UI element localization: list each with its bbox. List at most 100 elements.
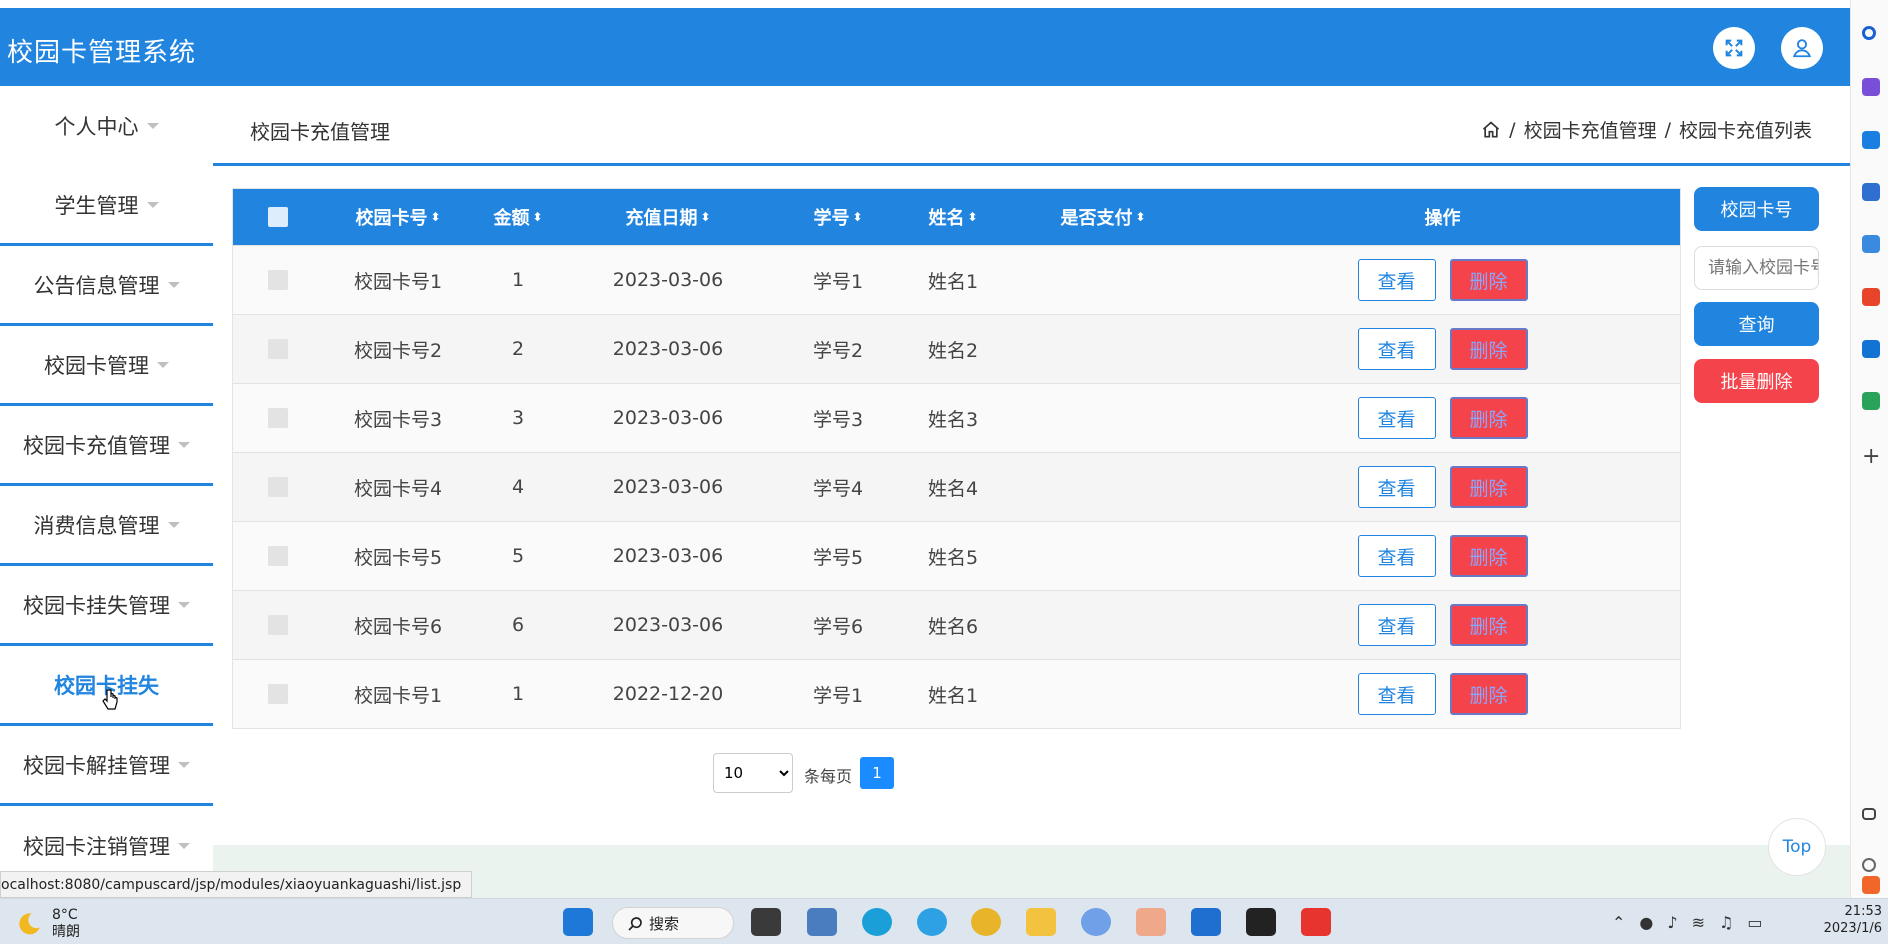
home-icon[interactable] bbox=[1481, 120, 1501, 140]
cell-student-no: 学号4 bbox=[812, 477, 864, 500]
card-number-field-button[interactable]: 校园卡号 bbox=[1694, 187, 1819, 231]
people-icon[interactable] bbox=[1862, 235, 1880, 253]
column-header-student-no[interactable]: 学号 ⬍ bbox=[773, 189, 903, 245]
volume-icon[interactable]: ♫ bbox=[1719, 913, 1733, 932]
sidebar-item-cards[interactable]: 校园卡管理 bbox=[0, 326, 213, 406]
sort-icon: ⬍ bbox=[852, 210, 863, 224]
chevron-up-icon[interactable]: ⌃ bbox=[1612, 913, 1625, 932]
tree-icon[interactable] bbox=[1862, 392, 1880, 410]
sort-icon: ⬍ bbox=[1135, 210, 1146, 224]
delete-button[interactable]: 删除 bbox=[1449, 673, 1528, 715]
batch-delete-button[interactable]: 批量删除 bbox=[1694, 359, 1819, 403]
sidebar-item-profile[interactable]: 个人中心 bbox=[0, 86, 213, 166]
cell-date: 2023-03-06 bbox=[612, 269, 724, 291]
view-button[interactable]: 查看 bbox=[1357, 397, 1436, 439]
column-header-name[interactable]: 姓名 ⬍ bbox=[903, 189, 1003, 245]
delete-button[interactable]: 删除 bbox=[1449, 466, 1528, 508]
panel-icon[interactable] bbox=[1862, 808, 1876, 820]
row-checkbox[interactable] bbox=[268, 408, 288, 428]
delete-button[interactable]: 删除 bbox=[1449, 604, 1528, 646]
row-checkbox[interactable] bbox=[268, 339, 288, 359]
sidebar-item-consumption[interactable]: 消费信息管理 bbox=[0, 486, 213, 566]
cell-student-no: 学号5 bbox=[812, 546, 864, 569]
chrome-icon[interactable] bbox=[971, 908, 1001, 936]
plus-icon[interactable]: + bbox=[1862, 446, 1880, 468]
row-checkbox[interactable] bbox=[268, 546, 288, 566]
page-number-button[interactable]: 1 bbox=[860, 757, 894, 789]
ie-icon[interactable] bbox=[917, 908, 947, 936]
cell-paid bbox=[1003, 315, 1203, 383]
column-header-card[interactable]: 校园卡号 ⬍ bbox=[323, 189, 473, 245]
delete-button[interactable]: 删除 bbox=[1449, 397, 1528, 439]
sidebar-item-loss-report[interactable]: 校园卡挂失管理 bbox=[0, 566, 213, 646]
delete-button[interactable]: 删除 bbox=[1449, 259, 1528, 301]
sidebar-item-label: 消费信息管理 bbox=[33, 513, 160, 538]
search-input[interactable] bbox=[1694, 246, 1819, 290]
user-button[interactable] bbox=[1781, 27, 1823, 69]
cell-name: 姓名2 bbox=[927, 339, 979, 362]
outlook-icon[interactable] bbox=[1862, 340, 1880, 358]
app-icon[interactable] bbox=[1081, 908, 1111, 936]
view-button[interactable]: 查看 bbox=[1357, 328, 1436, 370]
delete-button[interactable]: 删除 bbox=[1449, 328, 1528, 370]
table-row: 校园卡号1 1 2023-03-06 学号1 姓名1 查看 删除 bbox=[233, 245, 1680, 314]
battery-icon[interactable]: ▭ bbox=[1747, 913, 1762, 932]
file-explorer-icon[interactable] bbox=[1026, 908, 1056, 936]
delete-button[interactable]: 删除 bbox=[1449, 535, 1528, 577]
fullscreen-button[interactable] bbox=[1713, 27, 1755, 69]
taskbar-clock[interactable]: 21:53 2023/1/6 bbox=[1820, 903, 1882, 937]
windows-start-icon[interactable] bbox=[563, 908, 593, 936]
column-header-ops: 操作 bbox=[1203, 189, 1682, 245]
settings-icon[interactable] bbox=[1862, 858, 1876, 872]
qq-icon[interactable]: ● bbox=[1639, 913, 1653, 932]
search-icon[interactable] bbox=[1862, 26, 1876, 40]
copilot-icon[interactable] bbox=[1862, 78, 1880, 96]
task-view-icon[interactable] bbox=[751, 908, 781, 936]
network-app-icon[interactable] bbox=[807, 908, 837, 936]
toolbox-icon[interactable] bbox=[1862, 183, 1880, 201]
sidebar-item-loss-report-list[interactable]: 校园卡挂失 bbox=[0, 646, 213, 726]
office-icon[interactable] bbox=[1862, 288, 1880, 306]
row-checkbox[interactable] bbox=[268, 684, 288, 704]
tag-icon[interactable] bbox=[1862, 131, 1880, 149]
taskbar: 8°C 晴朗 搜索 ⌃ ● ♪ ≋ ♫ ▭ 21:53 2023/1/6 bbox=[0, 898, 1888, 944]
taskbar-search[interactable]: 搜索 bbox=[612, 907, 734, 939]
column-header-date[interactable]: 充值日期 ⬍ bbox=[563, 189, 773, 245]
sidebar-item-students[interactable]: 学生管理 bbox=[0, 166, 213, 246]
cell-name: 姓名5 bbox=[927, 546, 979, 569]
row-checkbox[interactable] bbox=[268, 615, 288, 635]
table-row: 校园卡号1 1 2022-12-20 学号1 姓名1 查看 删除 bbox=[233, 659, 1680, 728]
jetbrains-icon[interactable] bbox=[1246, 908, 1276, 936]
column-header-label: 操作 bbox=[1424, 208, 1461, 229]
sidebar-item-label: 校园卡挂失管理 bbox=[23, 593, 170, 618]
microphone-icon[interactable]: ♪ bbox=[1667, 913, 1677, 932]
sidebar-item-label: 公告信息管理 bbox=[33, 273, 160, 298]
row-checkbox[interactable] bbox=[268, 477, 288, 497]
table-row: 校园卡号6 6 2023-03-06 学号6 姓名6 查看 删除 bbox=[233, 590, 1680, 659]
sidebar-item-notices[interactable]: 公告信息管理 bbox=[0, 246, 213, 326]
weather-widget[interactable]: 8°C 晴朗 bbox=[14, 907, 80, 941]
row-checkbox[interactable] bbox=[268, 270, 288, 290]
column-header-paid[interactable]: 是否支付 ⬍ bbox=[1003, 189, 1203, 245]
view-button[interactable]: 查看 bbox=[1357, 604, 1436, 646]
view-button[interactable]: 查看 bbox=[1357, 673, 1436, 715]
breadcrumb-separator: / bbox=[1664, 118, 1671, 141]
back-to-top-button[interactable]: Top bbox=[1768, 818, 1826, 876]
page-size-select[interactable]: 10 bbox=[713, 753, 793, 793]
view-button[interactable]: 查看 bbox=[1357, 466, 1436, 508]
query-button[interactable]: 查询 bbox=[1694, 302, 1819, 346]
wps-icon[interactable] bbox=[1301, 908, 1331, 936]
sogou-icon[interactable] bbox=[1862, 876, 1880, 894]
phone-link-icon[interactable] bbox=[1191, 908, 1221, 936]
view-button[interactable]: 查看 bbox=[1357, 535, 1436, 577]
cell-student-no: 学号2 bbox=[812, 339, 864, 362]
wifi-icon[interactable]: ≋ bbox=[1692, 913, 1705, 932]
sidebar-item-recharge[interactable]: 校园卡充值管理 bbox=[0, 406, 213, 486]
edge-icon[interactable] bbox=[862, 908, 892, 936]
breadcrumb-item[interactable]: 校园卡充值管理 bbox=[1524, 116, 1657, 143]
presentation-icon[interactable] bbox=[1136, 908, 1166, 936]
column-header-amount[interactable]: 金额 ⬍ bbox=[473, 189, 563, 245]
select-all-checkbox[interactable] bbox=[268, 207, 288, 227]
view-button[interactable]: 查看 bbox=[1357, 259, 1436, 301]
sidebar-item-unfreeze[interactable]: 校园卡解挂管理 bbox=[0, 726, 213, 806]
